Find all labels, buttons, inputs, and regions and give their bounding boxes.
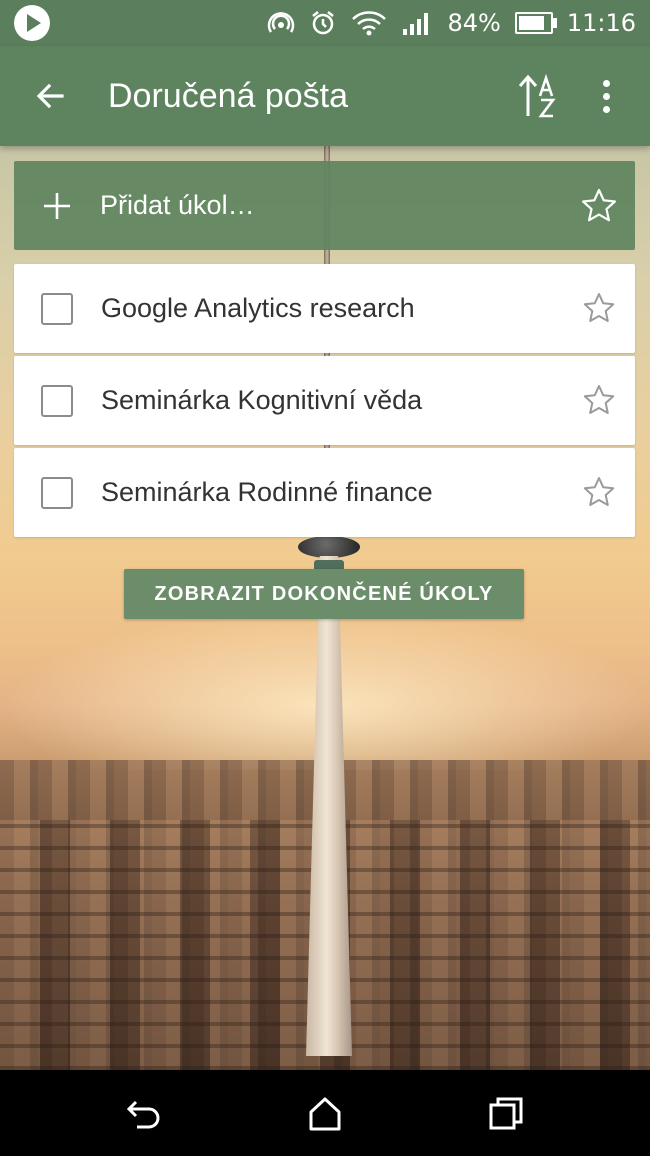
add-task-input[interactable]: Přidat úkol… [14, 161, 635, 250]
status-icons: 84% 11:16 [267, 0, 636, 46]
task-checkbox[interactable] [41, 385, 73, 417]
task-label[interactable]: Seminárka Kognitivní věda [101, 380, 422, 420]
star-outline-icon[interactable] [582, 383, 616, 417]
wifi-icon [352, 11, 387, 36]
tv-tower-sphere [298, 536, 360, 558]
task-label[interactable]: Google Analytics research [101, 288, 415, 328]
task-label[interactable]: Seminárka Rodinné finance [101, 472, 433, 512]
more-options-button[interactable] [588, 70, 624, 122]
star-outline-icon[interactable] [582, 475, 616, 509]
task-checkbox[interactable] [41, 293, 73, 325]
battery-percent: 84% [447, 9, 501, 37]
star-outline-icon[interactable] [580, 187, 618, 225]
app-bar: Doručená pošta [0, 46, 650, 146]
back-arrow-icon [36, 83, 64, 109]
status-bar: 84% 11:16 [0, 0, 650, 46]
navigation-bar [0, 1070, 650, 1156]
back-button[interactable] [26, 72, 74, 120]
more-vert-icon-dot [602, 92, 610, 100]
battery-level-fill [518, 16, 545, 30]
plus-icon [44, 193, 70, 219]
play-icon [14, 5, 50, 41]
alarm-icon [312, 11, 335, 35]
hotspot-icon [268, 12, 295, 33]
back-nav-icon[interactable] [122, 1092, 166, 1136]
sort-az-icon [518, 73, 556, 118]
page-title: Doručená pošta [108, 77, 349, 115]
star-outline-icon[interactable] [582, 291, 616, 325]
sort-button[interactable] [516, 70, 566, 122]
home-nav-icon[interactable] [303, 1092, 347, 1136]
task-row[interactable]: Seminárka Rodinné finance [14, 448, 635, 537]
show-completed-button[interactable]: ZOBRAZIT DOKONČENÉ ÚKOLY [124, 569, 524, 619]
recents-nav-icon[interactable] [484, 1092, 528, 1136]
battery-icon [514, 12, 557, 34]
more-vert-icon-dot [602, 105, 610, 113]
task-row[interactable]: Seminárka Kognitivní věda [14, 356, 635, 445]
clock: 11:16 [566, 9, 636, 37]
task-row[interactable]: Google Analytics research [14, 264, 635, 353]
add-task-placeholder: Přidat úkol… [100, 190, 255, 220]
task-checkbox[interactable] [41, 477, 73, 509]
signal-icon [403, 13, 429, 35]
more-vert-icon [602, 79, 610, 87]
